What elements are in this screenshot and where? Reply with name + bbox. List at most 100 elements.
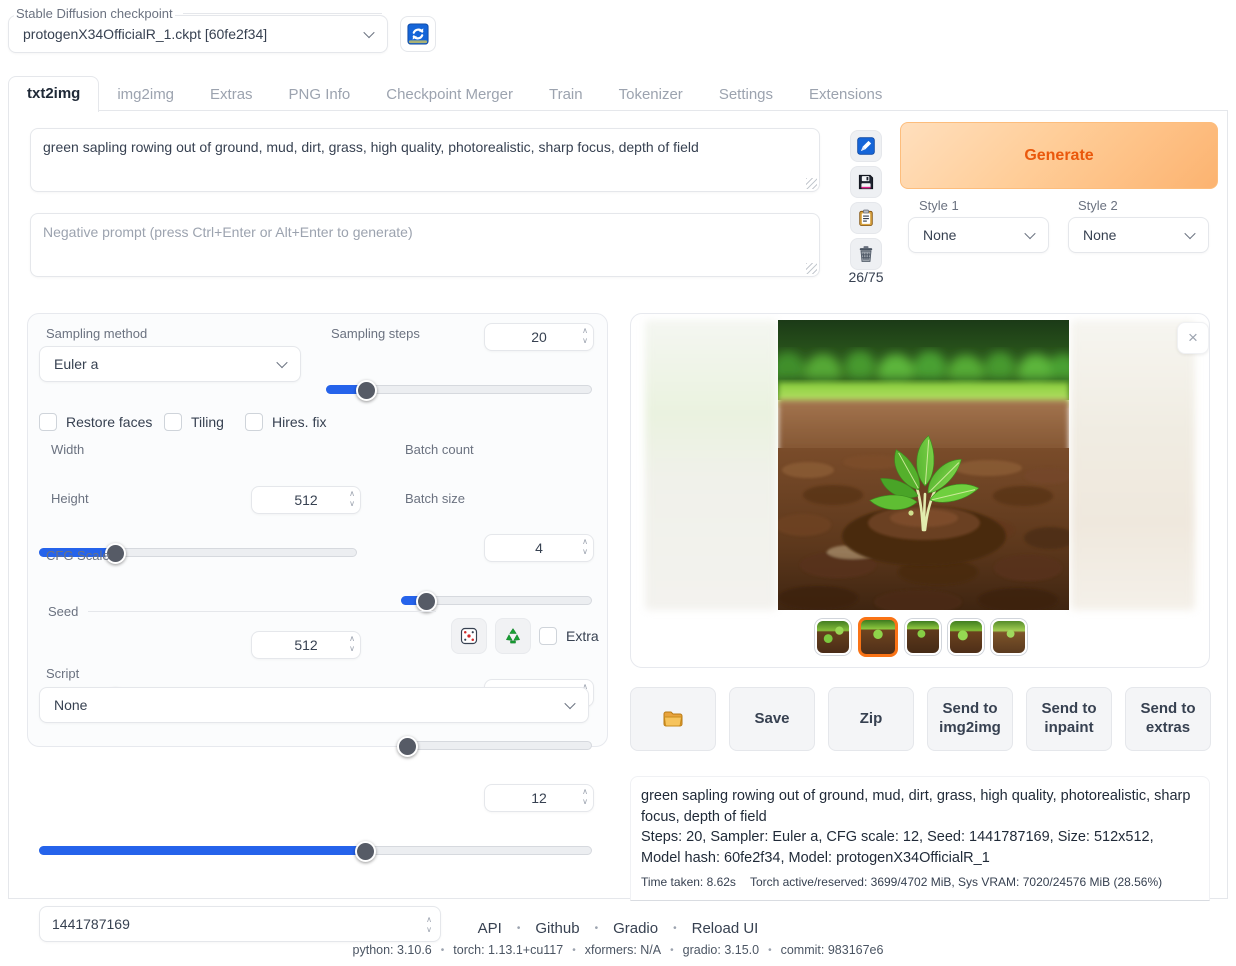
checkpoint-label: Stable Diffusion checkpoint — [14, 6, 382, 21]
style2-value: None — [1083, 227, 1116, 243]
checkpoint-value: protogenX34OfficialR_1.ckpt [60fe2f34] — [23, 26, 267, 42]
save-button[interactable]: Save — [729, 687, 815, 751]
gallery-thumbnail-selected[interactable] — [858, 617, 898, 657]
info-prompt-text: green sapling rowing out of ground, mud,… — [641, 786, 1195, 827]
negative-prompt-input[interactable] — [31, 214, 819, 276]
script-dropdown[interactable]: None — [39, 687, 589, 723]
spinner-arrows-icon[interactable]: ∧∨ — [349, 489, 355, 509]
reuse-seed-button[interactable] — [495, 618, 531, 654]
height-value: 512 — [294, 637, 317, 653]
tab-train[interactable]: Train — [531, 78, 601, 111]
spinner-arrows-icon[interactable]: ∧∨ — [582, 326, 588, 346]
hires-fix-label: Hires. fix — [272, 414, 326, 430]
chevron-down-icon — [1184, 228, 1195, 239]
close-gallery-button[interactable]: × — [1177, 322, 1209, 354]
slider-thumb[interactable] — [355, 841, 376, 862]
refresh-icon — [407, 23, 429, 45]
send-to-inpaint-button[interactable]: Send to inpaint — [1026, 687, 1112, 751]
gallery-thumbnail[interactable] — [991, 619, 1027, 655]
tab-settings[interactable]: Settings — [701, 78, 791, 111]
slider-thumb[interactable] — [356, 380, 377, 401]
apply-style-button[interactable] — [850, 202, 882, 234]
sampling-method-dropdown[interactable]: Euler a — [39, 346, 301, 382]
restore-faces-checkbox[interactable] — [39, 413, 57, 431]
xformers-version: xformers: N/A — [585, 943, 661, 957]
torch-version: torch: 1.13.1+cu117 — [453, 943, 563, 957]
extra-checkbox[interactable] — [539, 627, 557, 645]
dot-separator: • — [441, 945, 445, 956]
reload-ui-link[interactable]: Reload UI — [692, 920, 759, 937]
tab-txt2img[interactable]: txt2img — [8, 76, 99, 112]
open-folder-button[interactable] — [630, 687, 716, 751]
batch-count-input[interactable]: 4 ∧∨ — [484, 534, 594, 562]
spinner-arrows-icon[interactable]: ∧∨ — [349, 634, 355, 654]
prompt-tools — [850, 130, 882, 274]
generated-image-preview[interactable] — [778, 320, 1069, 610]
prompt-field: green sapling rowing out of ground, mud,… — [30, 128, 820, 192]
tab-checkpoint-merger[interactable]: Checkpoint Merger — [368, 78, 531, 111]
cfg-scale-slider[interactable] — [39, 841, 592, 861]
github-link[interactable]: Github — [535, 920, 579, 937]
tiling-label: Tiling — [191, 414, 224, 430]
height-input[interactable]: 512 ∧∨ — [251, 631, 361, 659]
sampling-steps-slider[interactable] — [326, 380, 592, 400]
clipboard-icon — [856, 208, 876, 228]
gallery-blur-right — [1071, 320, 1195, 610]
random-seed-button[interactable] — [451, 618, 487, 654]
gallery-thumbnails — [631, 617, 1210, 657]
save-style-button[interactable] — [850, 166, 882, 198]
extra-label: Extra — [566, 628, 599, 644]
tab-img2img[interactable]: img2img — [99, 78, 192, 111]
refresh-checkpoints-button[interactable] — [400, 16, 436, 52]
extra-seed-option: Extra — [539, 627, 599, 645]
tab-tokenizer[interactable]: Tokenizer — [601, 78, 701, 111]
chevron-down-icon — [276, 357, 287, 368]
style1-value: None — [923, 227, 956, 243]
width-input[interactable]: 512 ∧∨ — [251, 486, 361, 514]
token-counter: 26/75 — [840, 269, 892, 285]
zip-button[interactable]: Zip — [828, 687, 914, 751]
paste-generation-params-button[interactable] — [850, 130, 882, 162]
slider-thumb[interactable] — [397, 736, 418, 757]
chevron-down-icon — [363, 27, 374, 38]
style2-dropdown[interactable]: None — [1068, 217, 1209, 253]
send-to-img2img-button[interactable]: Send to img2img — [927, 687, 1013, 751]
tiling-checkbox[interactable] — [164, 413, 182, 431]
style1-label: Style 1 — [919, 198, 959, 213]
cfg-scale-input[interactable]: 12 ∧∨ — [484, 784, 594, 812]
script-value: None — [54, 697, 87, 713]
tab-extensions[interactable]: Extensions — [791, 78, 900, 111]
dot-separator: • — [572, 945, 576, 956]
clear-prompt-button[interactable] — [850, 238, 882, 270]
generate-button[interactable]: Generate — [900, 122, 1218, 189]
generate-button-label: Generate — [1024, 147, 1093, 165]
spinner-arrows-icon[interactable]: ∧∨ — [582, 787, 588, 807]
tab-png-info[interactable]: PNG Info — [271, 78, 369, 111]
spinner-arrows-icon[interactable]: ∧∨ — [582, 537, 588, 557]
send-to-extras-button[interactable]: Send to extras — [1125, 687, 1211, 751]
gallery-thumbnail[interactable] — [905, 619, 941, 655]
close-icon: × — [1188, 328, 1198, 348]
dot-separator: • — [673, 923, 677, 934]
gallery-thumbnail[interactable] — [815, 619, 851, 655]
hires-fix-checkbox[interactable] — [245, 413, 263, 431]
prompt-input[interactable]: green sapling rowing out of ground, mud,… — [31, 129, 819, 191]
dot-separator: • — [595, 923, 599, 934]
info-params-text: Steps: 20, Sampler: Euler a, CFG scale: … — [641, 827, 1195, 868]
floppy-disk-icon — [856, 172, 876, 192]
tab-extras[interactable]: Extras — [192, 78, 271, 111]
width-label: Width — [51, 442, 84, 457]
batch-size-slider[interactable] — [401, 736, 592, 756]
tiling-option: Tiling — [164, 413, 224, 431]
batch-count-value: 4 — [535, 540, 543, 556]
sampling-steps-input[interactable]: 20 ∧∨ — [484, 323, 594, 351]
batch-size-label: Batch size — [405, 491, 465, 506]
gallery-thumbnail[interactable] — [948, 619, 984, 655]
gradio-link[interactable]: Gradio — [613, 920, 658, 937]
dot-separator: • — [517, 923, 521, 934]
api-link[interactable]: API — [478, 920, 502, 937]
chevron-down-icon — [564, 698, 575, 709]
restore-faces-label: Restore faces — [66, 414, 152, 430]
sd-webui-page: Stable Diffusion checkpoint protogenX34O… — [0, 0, 1236, 966]
style1-dropdown[interactable]: None — [908, 217, 1049, 253]
